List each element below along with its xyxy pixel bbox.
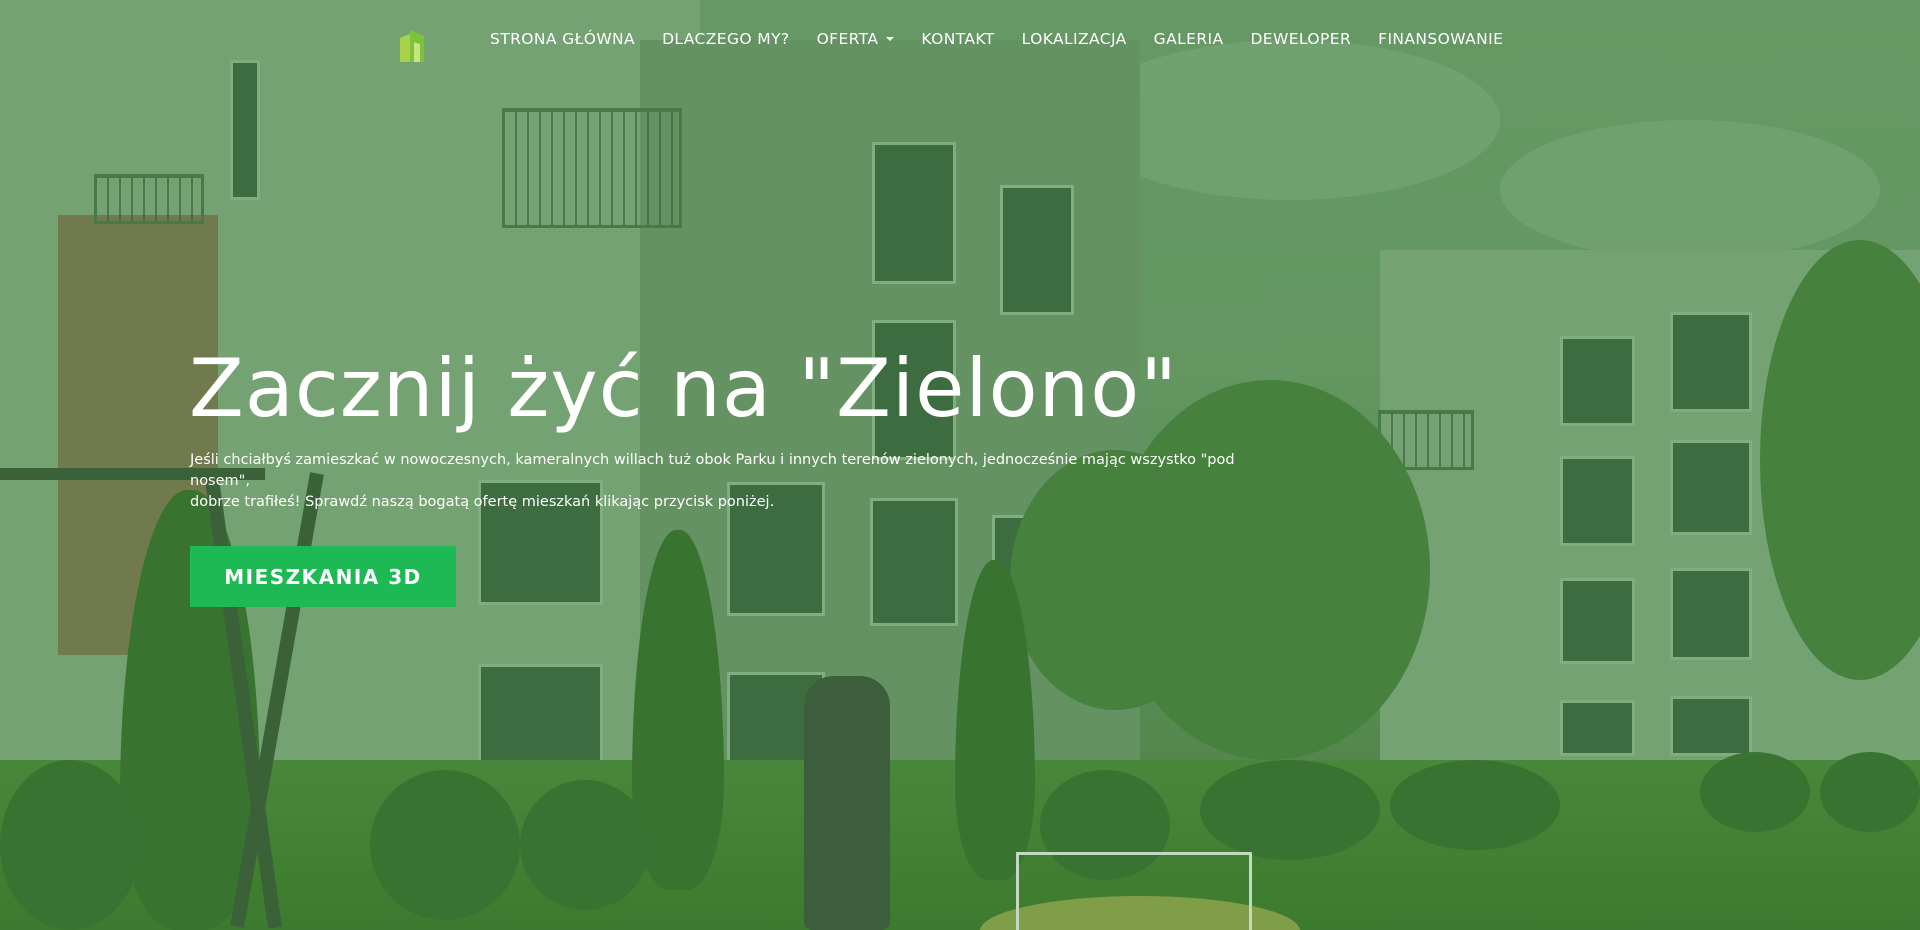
nav-item-label: STRONA GŁÓWNA [490, 30, 636, 48]
nav-item-label: OFERTA [816, 30, 879, 48]
hero-lead-text: Jeśli chciałbyś zamieszkać w nowoczesnyc… [190, 450, 1270, 513]
hero-lead-line: dobrze trafiłeś! Sprawdź naszą bogatą of… [190, 494, 775, 510]
nav-item-contact[interactable]: KONTAKT [921, 30, 994, 48]
nav-menu: STRONA GŁÓWNA DLACZEGO MY? OFERTA KONTAK… [490, 30, 1530, 48]
nav-item-why-us[interactable]: DLACZEGO MY? [662, 30, 790, 48]
apartments-3d-button[interactable]: MIESZKANIA 3D [190, 546, 456, 607]
nav-item-label: DLACZEGO MY? [662, 30, 790, 48]
nav-item-label: LOKALIZACJA [1021, 30, 1127, 48]
top-navbar: STRONA GŁÓWNA DLACZEGO MY? OFERTA KONTAK… [0, 0, 1920, 82]
nav-item-label: GALERIA [1153, 30, 1224, 48]
hero-lead-line: Jeśli chciałbyś zamieszkać w nowoczesnyc… [190, 452, 1235, 489]
nav-item-label: DEWELOPER [1250, 30, 1352, 48]
nav-item-location[interactable]: LOKALIZACJA [1022, 30, 1127, 48]
nav-item-label: KONTAKT [921, 30, 995, 48]
chevron-down-icon [886, 37, 895, 41]
nav-item-financing[interactable]: FINANSOWANIE [1378, 30, 1503, 48]
nav-item-home[interactable]: STRONA GŁÓWNA [490, 30, 635, 48]
hero-section: STRONA GŁÓWNA DLACZEGO MY? OFERTA KONTAK… [0, 0, 1920, 930]
building-logo-icon[interactable] [398, 28, 426, 62]
nav-item-label: FINANSOWANIE [1378, 30, 1504, 48]
hero-headline: Zacznij żyć na "Zielono" [189, 342, 1178, 435]
nav-item-gallery[interactable]: GALERIA [1154, 30, 1224, 48]
nav-item-developer[interactable]: DEWELOPER [1250, 30, 1351, 48]
nav-item-offer[interactable]: OFERTA [817, 30, 895, 48]
